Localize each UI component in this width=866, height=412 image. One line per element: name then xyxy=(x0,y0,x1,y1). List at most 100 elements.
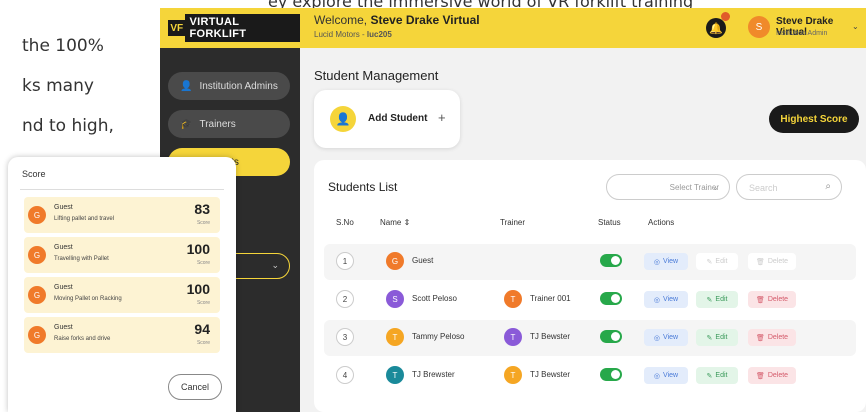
score-item: G Guest Moving Pallet on Racking 100 Score xyxy=(24,277,220,313)
trainer-avatar: T xyxy=(504,366,522,384)
status-toggle[interactable] xyxy=(600,292,622,305)
eye-icon: ◎ xyxy=(653,296,661,304)
score-item-activity: Travelling with Pallet xyxy=(54,256,109,262)
plus-icon[interactable]: + xyxy=(438,110,446,125)
column-header: Status xyxy=(598,218,621,227)
status-toggle[interactable] xyxy=(600,254,622,267)
score-item: G Guest Lifting pallet and travel 83 Score xyxy=(24,197,220,233)
delete-button: 🗑 Delete xyxy=(748,253,796,270)
add-student-label: Add Student xyxy=(368,113,428,124)
table-row: 3 T Tammy Peloso T TJ Bewster ◎ View ✎ Edit 🗑 Dele… xyxy=(324,320,856,356)
students-list-card: Students List Select Trainer ⌄ Search ⌕ S.… xyxy=(314,160,866,412)
avatar: T xyxy=(386,328,404,346)
logo-mark: VF xyxy=(168,20,186,36)
trainer-avatar: T xyxy=(504,290,522,308)
score-value: 100 xyxy=(186,241,210,257)
view-button[interactable]: ◎ View xyxy=(644,329,688,346)
score-item-activity: Raise forks and drive xyxy=(54,336,111,342)
avatar: G xyxy=(28,286,46,304)
row-number: 3 xyxy=(336,328,354,346)
score-value: 94 xyxy=(194,321,210,337)
column-header: S.No xyxy=(336,218,354,227)
modal-title: Score xyxy=(22,169,46,179)
chevron-down-icon: ⌄ xyxy=(271,260,279,270)
score-label: Score xyxy=(196,300,210,306)
column-header: Trainer xyxy=(500,218,526,227)
sort-icon[interactable]: ⇕ xyxy=(404,218,411,227)
edit-button[interactable]: ✎ Edit xyxy=(696,329,738,346)
trash-icon: 🗑 xyxy=(755,258,765,266)
welcome-text: Welcome, Steve Drake Virtual xyxy=(314,13,480,27)
add-student-card[interactable]: 👤 Add Student + xyxy=(314,90,460,148)
view-button[interactable]: ◎ View xyxy=(644,253,688,270)
score-modal: Score G Guest Lifting pallet and travel 83 S… xyxy=(8,157,236,412)
column-header-name[interactable]: Name ⇕ xyxy=(380,218,410,227)
table-row: 4 T TJ Brewster T TJ Bewster ◎ View ✎ Edit 🗑 Delet… xyxy=(324,358,856,394)
search-icon: ⌕ xyxy=(825,181,831,192)
add-user-icon: 👤 xyxy=(330,106,356,132)
table-row: 1 G Guest ◎ View ✎ Edit 🗑 Delete xyxy=(324,244,856,280)
user-avatar[interactable]: S xyxy=(748,16,770,38)
score-item-activity: Lifting pallet and travel xyxy=(54,216,115,222)
cancel-button[interactable]: Cancel xyxy=(168,374,222,400)
avatar: S xyxy=(386,290,404,308)
score-item-name: Guest xyxy=(54,244,73,251)
view-button[interactable]: ◎ View xyxy=(644,367,688,384)
app-window: VF VIRTUAL FORKLIFT Welcome, Steve Drake… xyxy=(160,8,866,412)
edit-button[interactable]: ✎ Edit xyxy=(696,367,738,384)
score-item-name: Guest xyxy=(54,284,73,291)
avatar: G xyxy=(28,246,46,264)
search-input[interactable]: Search ⌕ xyxy=(736,174,842,200)
trainer-icon: 🎓 xyxy=(180,118,193,130)
welcome-name: Steve Drake Virtual xyxy=(370,13,480,27)
trainer-name: TJ Bewster xyxy=(530,370,571,379)
avatar: G xyxy=(28,206,46,224)
score-label: Score xyxy=(196,260,210,266)
document-line: the 100% xyxy=(22,36,104,56)
avatar: G xyxy=(28,326,46,344)
logo-text: VIRTUAL FORKLIFT xyxy=(185,14,300,42)
admin-icon: 👤 xyxy=(180,80,193,92)
document-line: ks many xyxy=(22,76,94,96)
student-name: Guest xyxy=(412,256,434,265)
trainer-avatar: T xyxy=(504,328,522,346)
trash-icon: 🗑 xyxy=(755,334,765,342)
sidebar-item-institution-admins[interactable]: 👤 Institution Admins xyxy=(168,72,290,100)
delete-button[interactable]: 🗑 Delete xyxy=(748,367,796,384)
eye-icon: ◎ xyxy=(653,334,661,342)
status-toggle[interactable] xyxy=(600,368,622,381)
trainer-select[interactable]: Select Trainer ⌄ xyxy=(606,174,730,200)
delete-button[interactable]: 🗑 Delete xyxy=(748,291,796,308)
score-item: G Guest Travelling with Pallet 100 Score xyxy=(24,237,220,273)
status-toggle[interactable] xyxy=(600,330,622,343)
chevron-down-icon[interactable]: ⌄ xyxy=(852,22,859,31)
table-row: 2 S Scott Peloso T Trainer 001 ◎ View ✎ Edit 🗑 Del… xyxy=(324,282,856,318)
view-button[interactable]: ◎ View xyxy=(644,291,688,308)
edit-icon: ✎ xyxy=(706,334,713,342)
row-number: 2 xyxy=(336,290,354,308)
student-name: Tammy Peloso xyxy=(412,332,465,341)
student-name: TJ Brewster xyxy=(412,370,455,379)
sidebar-item-trainers[interactable]: 🎓 Trainers xyxy=(168,110,290,138)
score-value: 83 xyxy=(194,201,210,217)
delete-button[interactable]: 🗑 Delete xyxy=(748,329,796,346)
row-number: 1 xyxy=(336,252,354,270)
trash-icon: 🗑 xyxy=(755,296,765,304)
notification-badge xyxy=(721,12,730,21)
row-number: 4 xyxy=(336,366,354,384)
logo[interactable]: VF VIRTUAL FORKLIFT xyxy=(160,8,300,48)
score-item-name: Guest xyxy=(54,324,73,331)
trainer-name: Trainer 001 xyxy=(530,294,571,303)
score-label: Score xyxy=(196,220,210,226)
score-value: 100 xyxy=(186,281,210,297)
edit-icon: ✎ xyxy=(706,258,713,266)
avatar: G xyxy=(386,252,404,270)
highest-score-button[interactable]: Highest Score xyxy=(769,105,859,133)
edit-button[interactable]: ✎ Edit xyxy=(696,291,738,308)
score-label: Score xyxy=(196,340,210,346)
eye-icon: ◎ xyxy=(653,258,661,266)
bell-icon[interactable]: 🔔 xyxy=(706,18,726,38)
trash-icon: 🗑 xyxy=(755,372,765,380)
edit-icon: ✎ xyxy=(706,372,713,380)
score-item-name: Guest xyxy=(54,204,73,211)
